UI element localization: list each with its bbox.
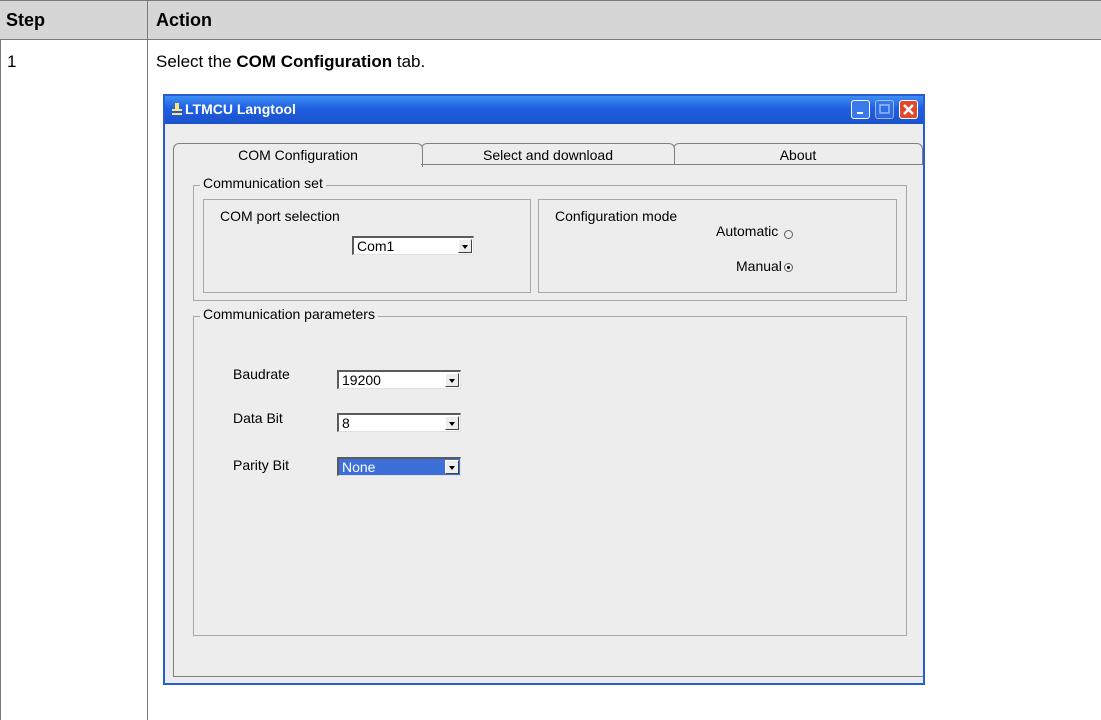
instruction-text-bold: COM Configuration xyxy=(236,52,393,71)
table-header-row: Step Action xyxy=(0,0,1101,40)
baudrate-value: 19200 xyxy=(342,372,381,388)
panel-left-edge xyxy=(173,166,174,676)
instruction-text-before: Select the xyxy=(156,52,237,71)
header-step: Step xyxy=(6,10,46,30)
tab-select-and-download[interactable]: Select and download xyxy=(421,143,675,165)
manual-radio[interactable] xyxy=(784,263,793,272)
close-icon xyxy=(903,104,914,115)
minimize-button[interactable] xyxy=(851,100,870,119)
close-button[interactable] xyxy=(899,100,918,119)
window-title: LTMCU Langtool xyxy=(185,101,296,117)
app-icon xyxy=(172,103,182,115)
app-window: LTMCU Langtool About Select and download… xyxy=(163,94,925,685)
config-mode-label: Configuration mode xyxy=(555,208,678,224)
panel-bottom-edge xyxy=(173,676,923,677)
databit-select[interactable]: 8 xyxy=(337,413,461,432)
dropdown-arrow-icon[interactable] xyxy=(445,416,459,430)
dropdown-arrow-icon[interactable] xyxy=(445,373,459,387)
maximize-button[interactable] xyxy=(875,100,894,119)
tab-baseline xyxy=(421,164,923,165)
table-left-border xyxy=(0,0,1,720)
minimize-icon xyxy=(857,112,863,114)
databit-label: Data Bit xyxy=(233,410,283,426)
com-port-label: COM port selection xyxy=(220,208,340,224)
databit-value: 8 xyxy=(342,415,350,431)
dropdown-arrow-icon[interactable] xyxy=(458,239,472,253)
com-port-value: Com1 xyxy=(357,238,395,254)
communication-parameters-group xyxy=(193,316,907,636)
dropdown-arrow-icon[interactable] xyxy=(445,460,459,474)
instruction-text-after: tab. xyxy=(392,52,426,71)
automatic-radio[interactable] xyxy=(784,230,793,239)
baudrate-select[interactable]: 19200 xyxy=(337,370,461,389)
tab-com-configuration[interactable]: COM Configuration xyxy=(173,143,423,167)
automatic-label: Automatic xyxy=(716,223,779,239)
step-number: 1 xyxy=(7,52,17,71)
parity-label: Parity Bit xyxy=(233,457,290,473)
com-port-select[interactable]: Com1 xyxy=(352,236,474,255)
tab-about[interactable]: About xyxy=(673,143,923,165)
parity-value: None xyxy=(342,459,376,475)
column-divider xyxy=(147,0,148,720)
communication-set-title: Communication set xyxy=(200,175,326,191)
header-action: Action xyxy=(156,10,212,30)
manual-label: Manual xyxy=(736,258,782,274)
baudrate-label: Baudrate xyxy=(233,366,290,382)
title-bar[interactable]: LTMCU Langtool xyxy=(165,96,923,124)
maximize-icon xyxy=(879,104,890,114)
parity-select[interactable]: None xyxy=(337,457,461,476)
step-instruction: Select the COM Configuration tab. xyxy=(156,52,425,72)
communication-parameters-title: Communication parameters xyxy=(200,306,378,322)
